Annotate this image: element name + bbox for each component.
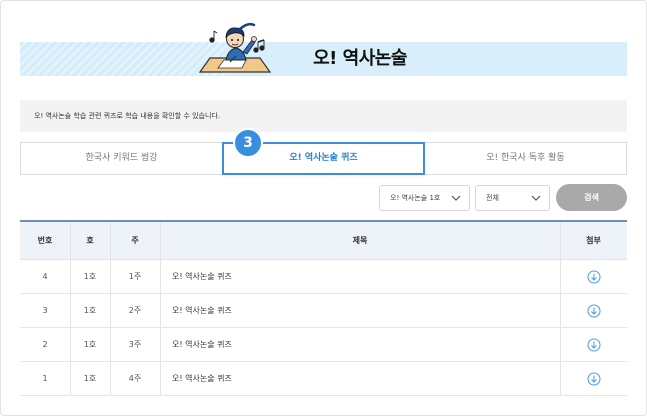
step-badge: 3: [233, 128, 263, 158]
table-row[interactable]: 4 1호 1주 오! 역사논술 퀴즈: [20, 260, 627, 294]
row-week: 4주: [128, 374, 142, 383]
row-number: 2: [42, 340, 48, 349]
column-divider: [160, 222, 161, 259]
issue-select[interactable]: 오! 역사논술 1호: [379, 185, 470, 211]
column-divider: [110, 260, 111, 293]
row-title-link[interactable]: 오! 역사논술 퀴즈: [160, 294, 560, 327]
info-text: 오! 역사논술 학습 관련 퀴즈로 학습 내용을 확인할 수 있습니다.: [34, 112, 221, 120]
scope-select-value: 전체: [486, 194, 499, 202]
table-row[interactable]: 2 1호 3주 오! 역사논술 퀴즈: [20, 328, 627, 362]
column-divider: [70, 294, 71, 327]
chevron-down-icon: [531, 195, 541, 201]
download-icon[interactable]: [587, 338, 601, 352]
column-divider: [560, 222, 561, 259]
row-attachment[interactable]: [560, 328, 627, 361]
column-divider: [560, 294, 561, 327]
column-divider: [110, 222, 111, 259]
column-divider: [110, 362, 111, 395]
search-button[interactable]: 검색: [556, 184, 627, 211]
column-divider: [70, 328, 71, 361]
row-week: 1주: [128, 272, 142, 281]
column-divider: [560, 328, 561, 361]
download-icon[interactable]: [587, 304, 601, 318]
column-divider: [160, 362, 161, 395]
row-number: 3: [42, 306, 48, 315]
row-number: 4: [42, 272, 48, 281]
table-row[interactable]: 1 1호 4주 오! 역사논술 퀴즈: [20, 362, 627, 396]
row-issue: 1호: [83, 306, 97, 315]
tab-keyword-lecture[interactable]: 한국사 키워드 썸강: [20, 142, 223, 175]
column-divider: [110, 294, 111, 327]
table-header: 번호 호 주 제목 첨부: [20, 220, 627, 260]
download-icon[interactable]: [587, 372, 601, 386]
row-attachment[interactable]: [560, 260, 627, 293]
tab-reading-activity[interactable]: 오! 한국사 독후 활동: [424, 142, 627, 175]
row-issue: 1호: [83, 374, 97, 383]
row-attachment[interactable]: [560, 362, 627, 395]
row-week: 2주: [128, 306, 142, 315]
row-title-link[interactable]: 오! 역사논술 퀴즈: [160, 328, 560, 361]
column-divider: [110, 328, 111, 361]
column-divider: [70, 362, 71, 395]
row-title-link[interactable]: 오! 역사논술 퀴즈: [160, 260, 560, 293]
row-issue: 1호: [83, 340, 97, 349]
column-divider: [560, 260, 561, 293]
header-number: 번호: [37, 236, 53, 245]
download-icon[interactable]: [587, 270, 601, 284]
info-box: 오! 역사논술 학습 관련 퀴즈로 학습 내용을 확인할 수 있습니다.: [20, 100, 627, 132]
banner-highlight: [225, 42, 627, 76]
row-number: 1: [42, 374, 48, 383]
scope-select[interactable]: 전체: [475, 185, 550, 211]
row-title-link[interactable]: 오! 역사논술 퀴즈: [160, 362, 560, 395]
column-divider: [160, 294, 161, 327]
chevron-down-icon: [451, 195, 461, 201]
column-divider: [70, 260, 71, 293]
column-divider: [560, 362, 561, 395]
row-issue: 1호: [83, 272, 97, 281]
header-title: 제목: [352, 236, 368, 245]
page-title: 오! 역사논술: [313, 48, 407, 69]
row-week: 3주: [128, 340, 142, 349]
table-row[interactable]: 3 1호 2주 오! 역사논술 퀴즈: [20, 294, 627, 328]
header-issue: 호: [86, 236, 94, 245]
header-attachment: 첨부: [586, 236, 601, 245]
header-week: 주: [131, 236, 139, 245]
column-divider: [70, 222, 71, 259]
mascot-illustration-icon: [198, 22, 272, 73]
issue-select-value: 오! 역사논술 1호: [390, 194, 441, 202]
column-divider: [160, 328, 161, 361]
column-divider: [160, 260, 161, 293]
row-attachment[interactable]: [560, 294, 627, 327]
